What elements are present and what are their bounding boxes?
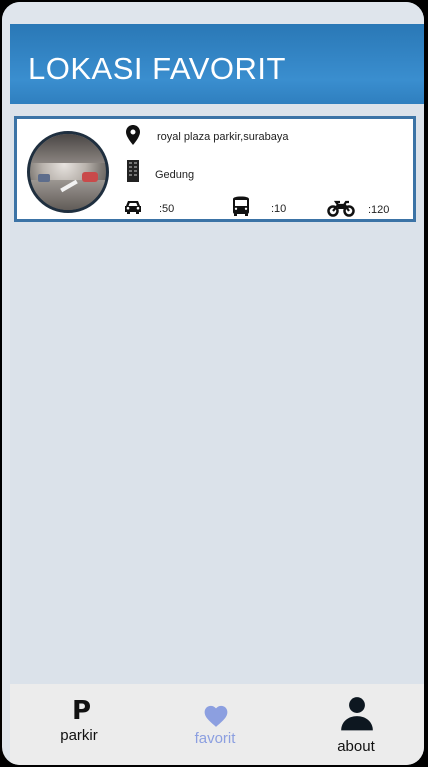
status-bar [2, 2, 424, 24]
map-pin-icon [126, 125, 140, 145]
location-photo [27, 131, 109, 213]
nav-favorit-label: favorit [194, 730, 236, 747]
bus-icon [233, 196, 249, 216]
nav-favorit[interactable]: favorit [150, 684, 280, 765]
bottom-navigation: P parkir favorit about [10, 684, 424, 765]
parking-icon: P [72, 696, 92, 726]
car-slots: :50 [159, 203, 175, 215]
app-header: LOKASI FAVORIT [10, 24, 424, 104]
motor-slots: :120 [368, 204, 390, 216]
favorites-list: royal plaza parkir,surabaya Gedung:50:… [10, 104, 424, 684]
page-title: LOKASI FAVORIT [28, 51, 286, 86]
location-type: Gedung [155, 169, 195, 181]
person-icon [341, 697, 373, 731]
location-name: royal plaza parkir,surabaya [157, 131, 289, 143]
nav-about[interactable]: about [291, 684, 421, 765]
building-icon [127, 160, 139, 182]
nav-about-label: about [337, 738, 375, 755]
nav-parkir[interactable]: P parkir [14, 684, 144, 765]
app-screen: LOKASI FAVORIT royal plaza parkir,suraba… [2, 2, 424, 765]
car-icon [125, 201, 141, 214]
heart-icon [204, 705, 228, 727]
bus-slots: :10 [271, 203, 287, 215]
phone-frame: LOKASI FAVORIT royal plaza parkir,suraba… [0, 0, 428, 767]
nav-parkir-label: parkir [60, 727, 98, 744]
motorcycle-icon [327, 200, 355, 217]
favorite-card[interactable]: royal plaza parkir,surabaya Gedung:50:… [14, 116, 416, 222]
